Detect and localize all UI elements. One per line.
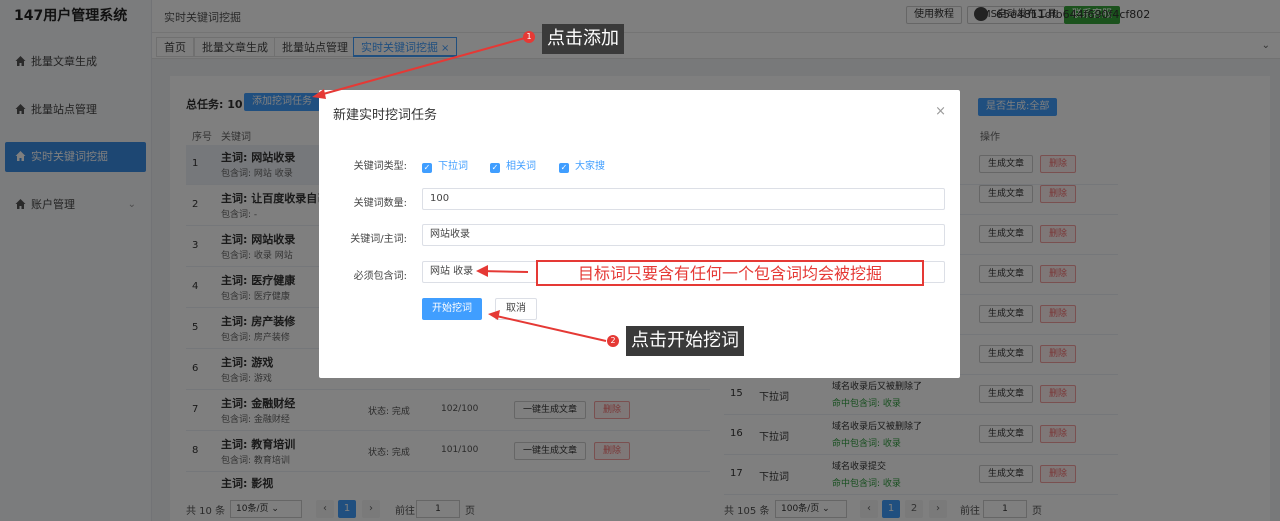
checkbox-label: 相关词 (506, 161, 536, 172)
close-icon[interactable]: × (935, 104, 946, 119)
checkbox-label: 大家搜 (575, 161, 605, 172)
checkbox-checked-icon: ✓ (559, 163, 569, 173)
include-words-label: 必须包含词: (353, 271, 407, 282)
dialog-title: 新建实时挖词任务 (333, 108, 438, 123)
cancel-button[interactable]: 取消 (495, 298, 537, 320)
step-badge-2: 2 (607, 335, 619, 347)
main-keyword-input[interactable]: 网站收录 (422, 224, 945, 246)
checkbox-everyone-searches[interactable]: ✓ 大家搜 (559, 157, 605, 173)
checkbox-checked-icon: ✓ (422, 163, 432, 173)
checkbox-label: 下拉词 (438, 161, 468, 172)
keyword-count-input[interactable]: 100 (422, 188, 945, 210)
checkbox-dropdown-words[interactable]: ✓ 下拉词 (422, 157, 468, 173)
checkbox-checked-icon: ✓ (490, 163, 500, 173)
callout-click-start: 点击开始挖词 (626, 326, 744, 356)
keyword-type-label: 关键词类型: (353, 161, 407, 172)
start-mining-button[interactable]: 开始挖词 (422, 298, 482, 320)
keyword-count-label: 关键词数量: (353, 198, 407, 209)
step-badge-1: 1 (523, 31, 535, 43)
callout-click-add: 点击添加 (542, 24, 624, 54)
checkbox-related-words[interactable]: ✓ 相关词 (490, 157, 536, 173)
main-keyword-label: 关键词/主词: (350, 234, 407, 245)
callout-include-words: 目标词只要含有任何一个包含词均会被挖掘 (536, 260, 924, 286)
